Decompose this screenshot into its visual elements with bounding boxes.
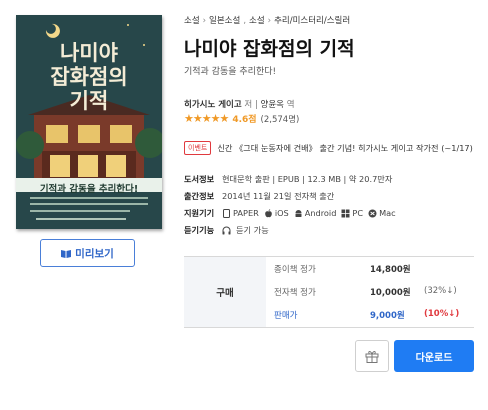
device-mac: Mac: [368, 208, 396, 218]
headphones-icon: [222, 226, 231, 234]
info-row-listen: 듣기기능 듣기 가능: [184, 224, 269, 236]
event-banner[interactable]: 이벤트 신간 《그대 눈동자에 건배》 출간 기념! 히가시노 게이고 작가전 …: [184, 141, 473, 155]
author-link[interactable]: 히가시노 게이고: [184, 100, 242, 110]
chevron-right-icon: ›: [267, 16, 272, 26]
page-title: 나미야 잡화점의 기적: [184, 38, 355, 60]
breadcrumb-item[interactable]: 일본소설: [209, 16, 240, 26]
info-value: 듣기 가능: [236, 225, 269, 235]
translator-link[interactable]: 양윤옥: [261, 100, 284, 110]
cover-title-line: 기적: [69, 88, 109, 113]
author-line: 히가시노 게이고 저 | 양윤옥 역: [184, 98, 295, 110]
info-value: 2014년 11월 21일 전자책 출간: [222, 191, 335, 201]
mac-icon: [368, 209, 377, 217]
book-subtitle: 기적과 감동을 추리한다!: [184, 67, 277, 77]
info-label: 듣기기능: [184, 225, 215, 235]
device-label: Mac: [379, 208, 396, 218]
preview-button[interactable]: 미리보기: [40, 239, 135, 267]
info-label: 지원기기: [184, 208, 215, 218]
info-row-book: 도서정보 현대문학 출판 | EPUB | 12.3 MB | 약 20.7만자: [184, 173, 392, 185]
device-label: PAPER: [233, 208, 259, 218]
cover-band-text: 기적과 감동을 추리한다!: [39, 184, 139, 195]
price-discount: (32%↓): [424, 286, 457, 296]
info-row-devices: 지원기기 PAPER iOS Android PC Mac: [184, 207, 396, 219]
info-label: 출간정보: [184, 191, 215, 201]
info-value: 현대문학 출판 | EPUB | 12.3 MB | 약 20.7만자: [222, 174, 393, 184]
device-android: Android: [294, 208, 337, 218]
price-value: 10,000원: [370, 288, 411, 298]
tablet-icon: [223, 208, 230, 218]
rating[interactable]: ★★★★★ 4.6점 (2,574명): [184, 112, 299, 125]
device-ios: iOS: [264, 208, 289, 218]
download-button[interactable]: 다운로드: [394, 340, 474, 372]
info-row-pub: 출간정보 2014년 11월 21일 전자책 출간: [184, 190, 334, 202]
event-text[interactable]: 신간 《그대 눈동자에 건배》 출간 기념! 히가시노 게이고 작가전 (~1/…: [217, 142, 473, 154]
comma-separator: ,: [243, 16, 247, 26]
device-paper: PAPER: [222, 208, 259, 218]
star-rating-icon: ★★★★★: [184, 112, 229, 125]
android-icon: [295, 209, 302, 217]
book-cover[interactable]: 나미야 잡화점의 기적 기적과 감동을 추리한다!: [16, 15, 162, 229]
info-label: 도서정보: [184, 174, 215, 184]
price-row-paper: 종이책 정가 14,800원: [274, 263, 474, 277]
gift-button[interactable]: [355, 340, 389, 372]
price-discount: (10%↓): [424, 309, 460, 319]
book-open-icon: [61, 249, 72, 258]
preview-label: 미리보기: [75, 247, 114, 260]
breadcrumb: 소설 › 일본소설, 소설 › 추리/미스터리/스릴러: [184, 14, 350, 26]
price-box: 구매 종이책 정가 14,800원 전자책 정가 10,000원 (32%↓) …: [184, 256, 474, 328]
price-label: 전자책 정가: [274, 288, 316, 298]
breadcrumb-item[interactable]: 소설: [249, 16, 265, 26]
windows-icon: [341, 209, 350, 217]
breadcrumb-item[interactable]: 추리/미스터리/스릴러: [274, 16, 350, 26]
breadcrumb-item[interactable]: 소설: [184, 16, 200, 26]
price-row-ebook: 전자책 정가 10,000원 (32%↓): [274, 286, 474, 300]
device-label: iOS: [274, 208, 289, 218]
event-badge: 이벤트: [184, 141, 212, 155]
apple-icon: [265, 208, 272, 217]
device-label: PC: [352, 208, 364, 218]
translator-role: 역: [286, 100, 295, 110]
price-value: 9,000원: [370, 311, 405, 321]
rating-score: 4.6점: [232, 115, 257, 125]
buy-label: 구매: [184, 257, 266, 327]
author-role: 저: [244, 100, 253, 110]
price-row-sale: 판매가 9,000원 (10%↓): [274, 309, 474, 323]
device-pc: PC: [341, 208, 363, 218]
divider: |: [254, 100, 258, 110]
device-label: Android: [304, 208, 337, 218]
rating-count: (2,574명): [260, 114, 300, 125]
price-label: 종이책 정가: [274, 265, 316, 275]
price-label: 판매가: [274, 311, 298, 321]
chevron-right-icon: ›: [202, 16, 207, 26]
gift-icon: [365, 351, 379, 363]
price-value: 14,800원: [370, 265, 411, 275]
